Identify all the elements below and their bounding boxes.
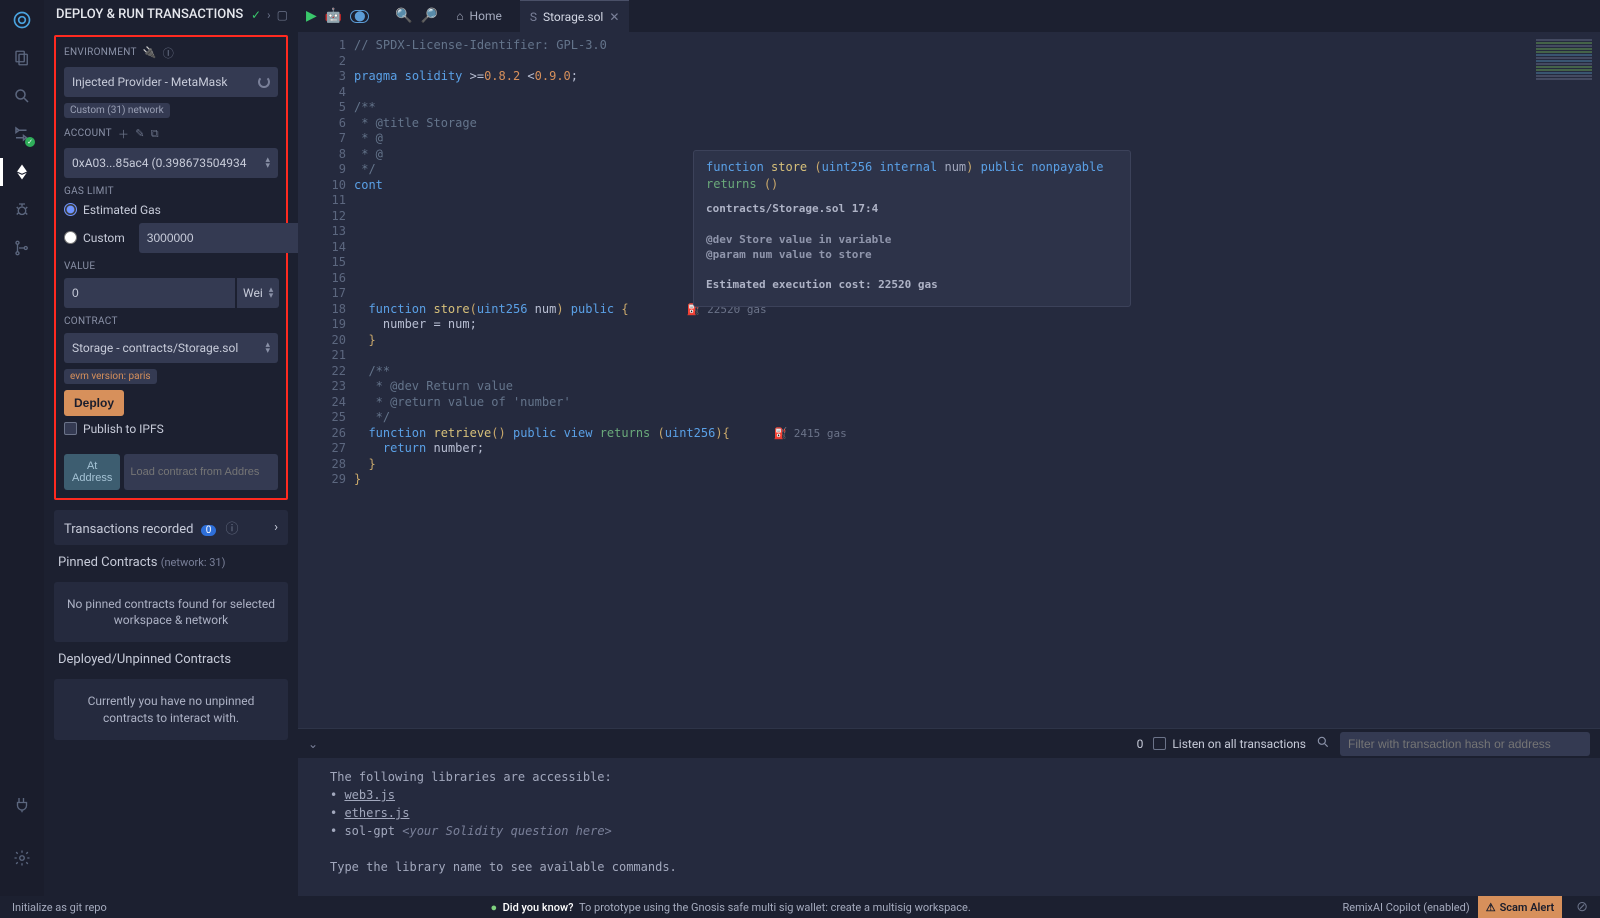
account-value: 0xA03...85ac4 (0.398673504934	[72, 156, 246, 170]
value-input[interactable]	[64, 278, 235, 308]
listen-all-tx-checkbox[interactable]: Listen on all transactions	[1153, 737, 1306, 751]
plus-icon[interactable]: ＋	[118, 126, 129, 142]
expand-terminal-icon[interactable]: ⌄	[308, 737, 318, 751]
gas-limit-label: GAS LIMIT	[64, 186, 278, 197]
gas-custom-radio[interactable]: Custom	[64, 223, 278, 253]
main-area: ▶ 🤖 ⬤ 🔍 🔎 ⌂ Home S Storage.sol ✕ 1234567…	[298, 0, 1600, 918]
checkbox-icon[interactable]	[1153, 737, 1166, 750]
environment-value: Injected Provider - MetaMask	[72, 75, 227, 89]
value-label: VALUE	[64, 261, 278, 272]
pinned-contracts-title: Pinned Contracts (network: 31)	[54, 545, 288, 572]
code-editor[interactable]: 1234567891011121314151617181920212223242…	[298, 32, 1600, 728]
scam-alert-button[interactable]: ⚠ Scam Alert	[1478, 896, 1563, 918]
info-icon[interactable]: ⓘ	[226, 522, 239, 537]
compiler-icon[interactable]: ✓	[12, 124, 32, 144]
collapse-icon[interactable]: ▢	[277, 8, 288, 22]
publish-ipfs-checkbox[interactable]: Publish to IPFS	[64, 422, 278, 436]
gas-estimated-radio[interactable]: Estimated Gas	[64, 203, 278, 217]
tx-count-badge: 0	[201, 525, 217, 536]
contract-value: Storage - contracts/Storage.sol	[72, 341, 238, 355]
hover-file-path: contracts/Storage.sol 17:4	[706, 201, 1118, 216]
search-icon[interactable]	[12, 86, 32, 106]
deployed-contracts-title: Deployed/Unpinned Contracts	[54, 642, 288, 669]
account-select[interactable]: 0xA03...85ac4 (0.398673504934 ▴▾	[64, 148, 278, 178]
gas-estimated-radio-input[interactable]	[64, 203, 77, 216]
chevron-right-icon[interactable]: ›	[267, 8, 271, 22]
gas-custom-radio-input[interactable]	[64, 231, 77, 244]
terminal-toolbar: ⌄ 0 Listen on all transactions	[298, 728, 1600, 758]
network-tag: Custom (31) network	[64, 103, 170, 118]
code-content[interactable]: // SPDX-License-Identifier: GPL-3.0 prag…	[354, 32, 1600, 728]
terminal-link-ethers[interactable]: ethers.js	[344, 806, 409, 820]
highlighted-config-area: ENVIRONMENT 🔌 ⓘ Injected Provider - Meta…	[54, 35, 288, 500]
debug-robot-icon[interactable]: 🤖	[325, 8, 342, 24]
plugin-manager-icon[interactable]	[12, 794, 32, 814]
footer-tip: ● Did you know? To prototype using the G…	[119, 901, 1343, 914]
file-explorer-icon[interactable]	[12, 48, 32, 68]
settings-icon[interactable]	[12, 848, 32, 868]
close-icon[interactable]: ✕	[609, 10, 619, 24]
panel-header: DEPLOY & RUN TRANSACTIONS ✓ › ▢	[44, 0, 298, 29]
chevron-updown-icon: ▴▾	[269, 287, 274, 300]
deployed-empty-message: Currently you have no unpinned contracts…	[54, 679, 288, 739]
search-icon[interactable]	[1316, 735, 1330, 752]
zoom-out-icon[interactable]: 🔍	[395, 8, 412, 24]
git-icon[interactable]	[12, 238, 32, 258]
chevron-right-icon: ›	[274, 520, 278, 535]
info-icon[interactable]: ⓘ	[163, 45, 174, 61]
copilot-status[interactable]: RemixAI Copilot (enabled)	[1342, 901, 1469, 914]
hover-gas-estimate: Estimated execution cost: 22520 gas	[706, 277, 1118, 292]
home-icon: ⌂	[456, 9, 463, 23]
at-address-input[interactable]	[124, 454, 278, 490]
tab-label: Storage.sol	[543, 10, 603, 24]
check-badge-icon: ✓	[25, 137, 35, 147]
deploy-run-panel: DEPLOY & RUN TRANSACTIONS ✓ › ▢ ENVIRONM…	[44, 0, 298, 918]
environment-label: ENVIRONMENT 🔌 ⓘ	[64, 45, 278, 61]
play-icon[interactable]: ▶	[306, 8, 317, 24]
contract-label: CONTRACT	[64, 316, 278, 327]
disable-icon[interactable]: ⊘	[1570, 899, 1594, 915]
solidity-file-icon: S	[530, 10, 537, 24]
account-label: ACCOUNT ＋ ✎ ⧉	[64, 126, 278, 142]
evm-version-tag: evm version: paris	[64, 369, 157, 384]
transactions-recorded[interactable]: Transactions recorded 0 ⓘ ›	[54, 510, 288, 545]
bulb-icon: ●	[490, 901, 497, 914]
zoom-in-icon[interactable]: 🔎	[421, 8, 438, 24]
remix-logo-icon[interactable]	[12, 10, 32, 30]
toggle-icon[interactable]: ⬤	[350, 10, 369, 23]
gas-custom-input[interactable]	[139, 223, 298, 253]
tx-count: 0	[1137, 737, 1144, 751]
tab-home[interactable]: ⌂ Home	[446, 0, 512, 32]
deploy-button[interactable]: Deploy	[64, 390, 124, 416]
loading-spinner-icon	[258, 76, 270, 88]
at-address-button[interactable]: At Address	[64, 454, 120, 490]
terminal-filter-input[interactable]	[1340, 732, 1590, 756]
icon-sidebar: ✓	[0, 0, 44, 918]
panel-title: DEPLOY & RUN TRANSACTIONS	[56, 8, 243, 23]
terminal-output[interactable]: The following libraries are accessible: …	[298, 758, 1600, 918]
value-unit-select[interactable]: Wei ▴▾	[237, 278, 279, 308]
checkbox-icon[interactable]	[64, 422, 77, 435]
contract-select[interactable]: Storage - contracts/Storage.sol ▴▾	[64, 333, 278, 363]
line-gutter: 1234567891011121314151617181920212223242…	[298, 32, 354, 728]
check-icon[interactable]: ✓	[251, 8, 261, 22]
chevron-updown-icon: ▴▾	[265, 157, 270, 170]
code-hover-tooltip: function store (uint256 internal num) pu…	[693, 150, 1131, 307]
debugger-icon[interactable]	[12, 200, 32, 220]
deploy-run-icon[interactable]	[12, 162, 32, 182]
status-bar: Initialize as git repo ● Did you know? T…	[0, 896, 1600, 918]
chevron-updown-icon: ▴▾	[265, 342, 270, 355]
copy-icon[interactable]: ⧉	[151, 127, 159, 141]
warning-icon: ⚠	[1486, 901, 1496, 914]
tab-storage[interactable]: S Storage.sol ✕	[520, 0, 630, 32]
environment-select[interactable]: Injected Provider - MetaMask	[64, 67, 278, 97]
terminal-link-web3[interactable]: web3.js	[344, 788, 395, 802]
pinned-empty-message: No pinned contracts found for selected w…	[54, 582, 288, 642]
init-git-button[interactable]: Initialize as git repo	[0, 901, 119, 914]
plug-icon[interactable]: 🔌	[143, 46, 157, 59]
editor-toolbar: ▶ 🤖 ⬤ 🔍 🔎 ⌂ Home S Storage.sol ✕	[298, 0, 1600, 32]
edit-icon[interactable]: ✎	[135, 127, 145, 140]
minimap[interactable]	[1534, 38, 1594, 112]
